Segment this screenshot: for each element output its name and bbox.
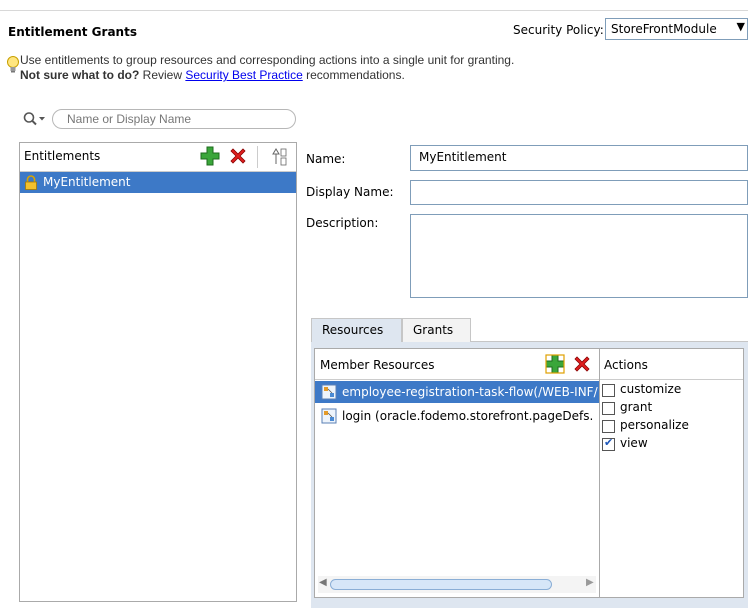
hint-text: Use entitlements to group resources and … <box>20 53 515 67</box>
security-best-practice-link[interactable]: Security Best Practice <box>185 68 302 82</box>
delete-resource-icon[interactable] <box>572 354 592 374</box>
action-grant[interactable]: grant <box>600 400 743 418</box>
lock-icon <box>25 175 37 190</box>
checkbox[interactable] <box>602 402 615 415</box>
action-view[interactable]: view <box>600 436 743 454</box>
sort-icon[interactable] <box>272 147 288 167</box>
hint-review-text: Review <box>142 68 183 82</box>
page-definition-icon <box>321 408 337 424</box>
tab-resources-label: Resources <box>322 323 384 337</box>
checkbox-checked[interactable] <box>602 436 615 451</box>
action-label: view <box>620 436 648 450</box>
page-title: Entitlement Grants <box>8 25 137 39</box>
search-options-icon[interactable] <box>22 111 52 127</box>
add-entitlement-icon[interactable] <box>200 146 220 166</box>
security-policy-value: StoreFrontModule <box>611 22 717 36</box>
add-resource-icon[interactable] <box>545 354 565 374</box>
task-flow-icon <box>321 384 337 400</box>
name-label: Name: <box>306 152 346 166</box>
tab-grants-label: Grants <box>413 323 454 337</box>
scroll-right-icon[interactable]: ▶ <box>586 577 594 588</box>
scrollbar-thumb[interactable] <box>330 579 552 590</box>
entitlement-row-label: MyEntitlement <box>43 175 131 189</box>
description-textarea[interactable] <box>410 214 748 298</box>
member-resources-header-label: Member Resources <box>320 358 435 372</box>
entitlements-header-label: Entitlements <box>24 149 101 163</box>
tab-grants[interactable]: Grants <box>402 318 471 342</box>
search-input[interactable]: Name or Display Name <box>52 109 296 129</box>
action-label: personalize <box>620 418 689 432</box>
security-policy-select[interactable]: StoreFrontModule ▼ <box>605 18 748 40</box>
resource-row-label: login (oracle.fodemo.storefront.pageDefs… <box>342 409 594 423</box>
display-name-field[interactable] <box>410 180 748 205</box>
actions-header: Actions <box>600 349 743 380</box>
member-resources-header: Member Resources <box>315 349 599 380</box>
entitlements-panel: Entitlements MyEntitlement <box>19 142 297 602</box>
header-separator <box>257 146 258 168</box>
hint-tail-text: recommendations. <box>306 68 405 82</box>
resource-row[interactable]: login (oracle.fodemo.storefront.pageDefs… <box>315 405 599 427</box>
action-personalize[interactable]: personalize <box>600 418 743 436</box>
actions-header-label: Actions <box>604 358 648 372</box>
display-name-label: Display Name: <box>306 185 394 199</box>
action-label: customize <box>620 382 682 396</box>
action-customize[interactable]: customize <box>600 382 743 400</box>
actions-panel: Actions customize grant personalize view <box>599 348 744 598</box>
checkbox[interactable] <box>602 420 615 433</box>
hint-bold-text: Not sure what to do? <box>20 68 140 82</box>
checkbox[interactable] <box>602 384 615 397</box>
action-label: grant <box>620 400 653 414</box>
entitlement-row[interactable]: MyEntitlement <box>20 172 296 193</box>
hint-help-line: Not sure what to do? Review Security Bes… <box>20 68 405 82</box>
chevron-down-icon: ▼ <box>736 20 745 33</box>
name-field-value: MyEntitlement <box>419 150 507 164</box>
scroll-left-icon[interactable]: ◀ <box>319 577 327 588</box>
horizontal-scrollbar[interactable]: ◀ ▶ <box>318 576 596 593</box>
member-resources-panel: Member Resources employee-registration-t… <box>314 348 600 598</box>
entitlements-header: Entitlements <box>20 143 296 172</box>
lightbulb-icon <box>7 56 19 73</box>
resource-row[interactable]: employee-registration-task-flow(/WEB-INF… <box>315 381 599 403</box>
resource-row-label: employee-registration-task-flow(/WEB-INF… <box>342 385 598 399</box>
security-policy-label: Security Policy: <box>513 23 604 37</box>
tab-resources[interactable]: Resources <box>311 318 402 342</box>
description-label: Description: <box>306 216 379 230</box>
top-divider <box>0 10 748 11</box>
name-field[interactable]: MyEntitlement <box>410 145 748 171</box>
delete-entitlement-icon[interactable] <box>228 146 248 166</box>
